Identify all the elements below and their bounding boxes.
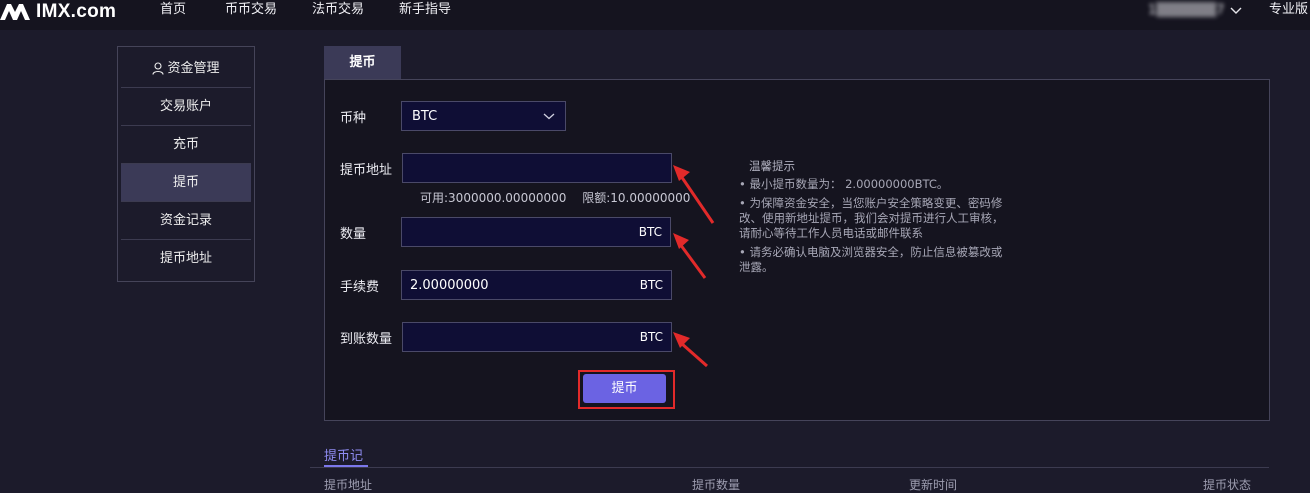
tip-item: • 请务必确认电脑及浏览器安全，防止信息被篡改或泄露。	[739, 245, 1003, 274]
balance-info: 可用:3000000.00000000 限额:10.00000000	[420, 189, 702, 206]
annotation-arrow	[673, 332, 708, 368]
amount-input[interactable]: BTC	[401, 217, 671, 247]
tab-withdraw-records[interactable]: 提币记	[324, 445, 363, 464]
received-label: 到账数量	[340, 332, 393, 347]
tab-withdraw[interactable]: 提币	[324, 46, 401, 80]
logo-mark-icon	[0, 4, 30, 20]
received-unit: BTC	[639, 330, 663, 344]
brand-logo[interactable]: IMX.com	[0, 0, 116, 24]
currency-select[interactable]: BTC	[401, 101, 566, 131]
column-header: 提币状态	[1203, 478, 1252, 492]
column-header: 更新时间	[909, 478, 958, 492]
tips-title: 温馨提示	[749, 159, 795, 173]
user-name: 1▒▒▒▒▒▒7	[1148, 2, 1225, 18]
brand-name: IMX.com	[36, 1, 117, 22]
user-menu[interactable]: 1▒▒▒▒▒▒7	[1148, 0, 1243, 20]
nav-otc-trading[interactable]: 法币交易	[312, 0, 364, 20]
sidebar-header-label: 资金管理	[167, 61, 220, 76]
available-balance: 可用:3000000.00000000	[420, 191, 567, 205]
asset-sidebar: 资金管理 交易账户 充币 提币 资金记录 提币地址	[117, 46, 255, 282]
amount-label: 数量	[340, 227, 367, 242]
sidebar-item-withdraw-address[interactable]: 提币地址	[121, 240, 251, 277]
pro-version-link[interactable]: 专业版	[1269, 0, 1308, 20]
currency-label: 币种	[340, 111, 367, 126]
address-label: 提币地址	[340, 163, 393, 178]
fee-unit: BTC	[639, 278, 663, 292]
annotation-arrow	[673, 233, 707, 279]
currency-value: BTC	[412, 108, 438, 124]
fee-input: 2.00000000 BTC	[401, 270, 672, 300]
sidebar-item-withdraw[interactable]: 提币	[121, 164, 251, 202]
column-header: 提币数量	[692, 478, 741, 492]
tip-item: • 最小提币数量为： 2.00000000BTC。	[739, 177, 949, 191]
address-input[interactable]	[402, 153, 672, 183]
nav-spot-trading[interactable]: 币币交易	[225, 0, 277, 20]
fee-label: 手续费	[340, 280, 380, 295]
sidebar-item-fund-records[interactable]: 资金记录	[121, 202, 251, 240]
user-icon	[152, 62, 165, 75]
nav-beginner-guide[interactable]: 新手指导	[399, 0, 451, 20]
amount-unit: BTC	[638, 225, 662, 239]
top-nav-bar: IMX.com 首页 币币交易 法币交易 新手指导 1▒▒▒▒▒▒7 专业版	[0, 0, 1310, 30]
chevron-down-icon	[543, 113, 555, 120]
tips-box: 温馨提示 • 最小提币数量为： 2.00000000BTC。 • 为保障资金安全…	[739, 159, 1009, 279]
sidebar-item-deposit[interactable]: 充币	[121, 126, 251, 164]
chevron-down-icon	[1230, 7, 1242, 14]
fee-value: 2.00000000	[410, 277, 489, 293]
column-header: 提币地址	[324, 478, 373, 492]
withdraw-submit-button[interactable]: 提币	[583, 374, 666, 403]
records-divider	[310, 467, 1269, 468]
received-input: BTC	[402, 322, 672, 352]
sidebar-item-trading-account[interactable]: 交易账户	[121, 88, 251, 126]
tip-item: • 为保障资金安全，当您账户安全策略变更、密码修改、使用新地址提币，我们会对提币…	[739, 196, 1004, 240]
sidebar-header: 资金管理	[121, 50, 251, 88]
nav-home[interactable]: 首页	[160, 0, 186, 20]
annotation-arrow	[673, 165, 715, 224]
